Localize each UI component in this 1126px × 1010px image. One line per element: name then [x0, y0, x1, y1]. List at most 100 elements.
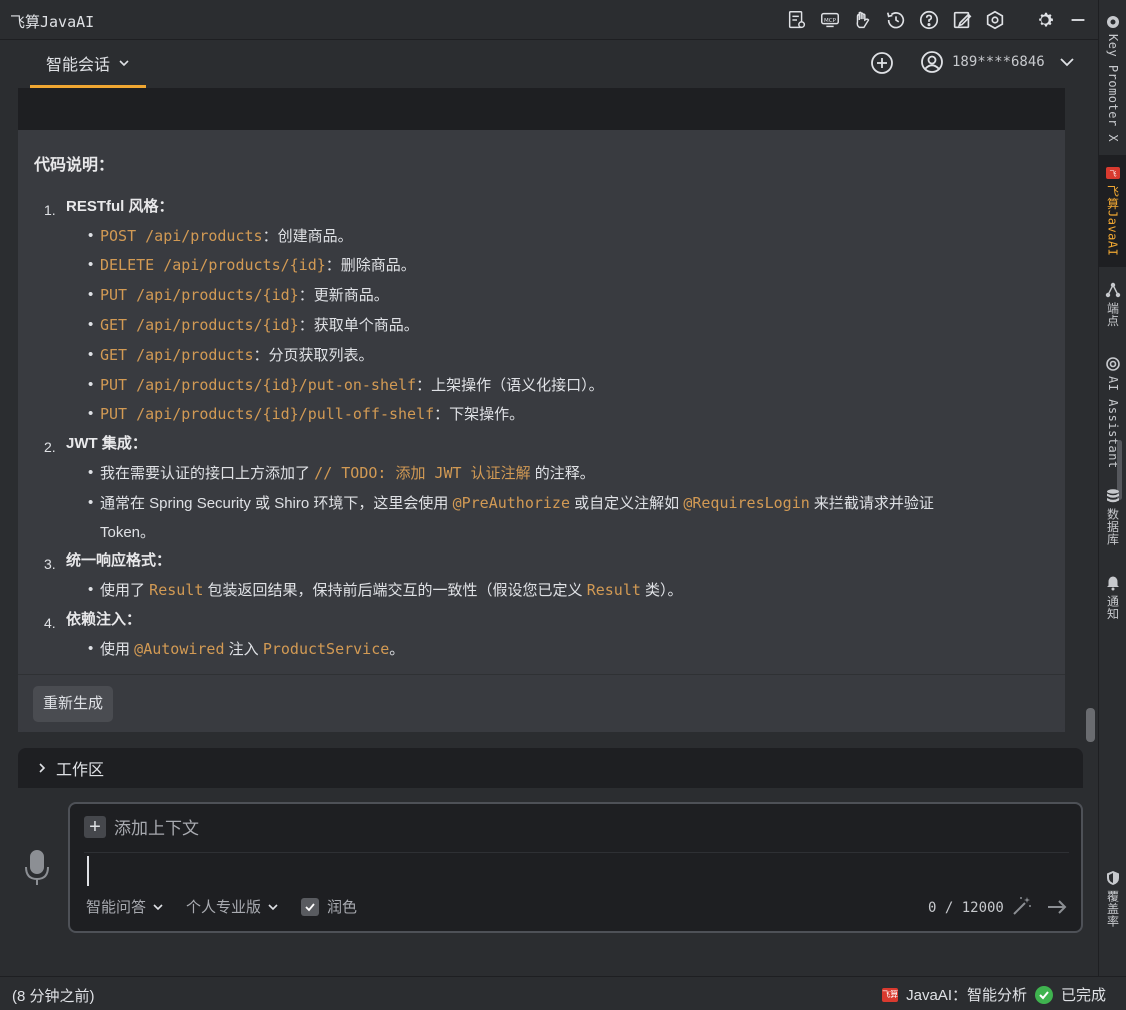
- answer-card: 代码说明： 1. RESTful 风格： POST /api/products：…: [18, 130, 1065, 732]
- tab-label: 智能会话: [45, 56, 110, 74]
- item-text: ：分页获取列表。: [253, 346, 374, 364]
- code-block: [18, 88, 1065, 130]
- chat-input-box[interactable]: + 添加上下文 智能问答 个人专业版 润色 0 / 12000: [68, 802, 1083, 933]
- task-status[interactable]: JavaAI：智能分析: [906, 984, 1027, 1005]
- item-number: 1.: [44, 201, 56, 218]
- scrollbar-thumb[interactable]: [1086, 708, 1095, 742]
- tool-coverage[interactable]: 覆盖率: [1099, 870, 1126, 928]
- code-snippet: PUT /api/products/{id}/put-on-shelf: [100, 375, 417, 394]
- item-text: ：下架操作。: [434, 406, 525, 424]
- item-text: ：创建商品。: [262, 227, 353, 245]
- right-tool-strip: Key Promoter X 飞 飞算JavaAI 端点 AI Assistan…: [1098, 0, 1126, 976]
- tool-label: 飞算JavaAI: [1105, 185, 1120, 257]
- edit-icon[interactable]: [950, 8, 974, 32]
- item-number: 2.: [44, 439, 56, 456]
- item-text: Token。: [100, 523, 156, 541]
- list-item: 使用 @Autowired 注入 ProductService。: [88, 635, 1049, 665]
- chat-header: 智能会话 189****6846: [0, 40, 1098, 88]
- code-snippet: @RequiresLogin: [683, 493, 810, 512]
- code-snippet: GET /api/products: [100, 345, 254, 364]
- item-number: 4.: [44, 614, 56, 631]
- check-circle-icon: [1034, 985, 1053, 1004]
- history-icon[interactable]: [884, 8, 908, 32]
- window-title: 飞算JavaAI: [10, 13, 95, 31]
- item-text: 类）。: [640, 582, 683, 600]
- item-text: ：更新商品。: [298, 287, 389, 305]
- list-item: 2. JWT 集成： 我在需要认证的接口上方添加了 // TODO: 添加 JW…: [34, 430, 1049, 547]
- explanation-list: 1. RESTful 风格： POST /api/products：创建商品。 …: [34, 193, 1049, 665]
- list-item: 1. RESTful 风格： POST /api/products：创建商品。 …: [34, 193, 1049, 430]
- tool-database[interactable]: 数据库: [1099, 488, 1126, 546]
- item-text: 我在需要认证的接口上方添加了: [100, 464, 315, 482]
- code-snippet: Result: [149, 581, 204, 600]
- list-item: 4. 依赖注入： 使用 @Autowired 注入 ProductService…: [34, 606, 1049, 665]
- help-icon[interactable]: [917, 8, 941, 32]
- item-text: 来拦截请求并验证: [809, 494, 934, 512]
- code-snippet: ProductService: [262, 639, 390, 658]
- bell-icon: [1107, 576, 1119, 591]
- section-title: RESTful 风格：: [66, 197, 174, 215]
- chat-content[interactable]: 代码说明： 1. RESTful 风格： POST /api/products：…: [0, 88, 1098, 788]
- item-text: 注入: [224, 640, 263, 658]
- tool-key-promoter[interactable]: Key Promoter X: [1099, 14, 1126, 142]
- item-text: 通常在 Spring Security 或 Shiro 环境下，这里会使用: [100, 494, 453, 512]
- ai-assistant-icon: [1106, 357, 1120, 371]
- database-icon: [1107, 489, 1119, 503]
- polish-label: 润色: [327, 899, 358, 916]
- status-timestamp: (8 分钟之前): [12, 988, 95, 1005]
- polish-checkbox[interactable]: 润色: [301, 896, 357, 917]
- tool-label: 端点: [1105, 302, 1120, 327]
- item-number: 3.: [44, 556, 56, 573]
- user-avatar-icon: [921, 51, 943, 73]
- mcp-icon[interactable]: MCP: [818, 8, 842, 32]
- tool-endpoints[interactable]: 端点: [1099, 282, 1126, 327]
- item-text: ：获取单个商品。: [298, 316, 419, 334]
- chevron-right-icon: [39, 763, 46, 773]
- answer-heading: 代码说明：: [34, 157, 115, 174]
- tool-javaai[interactable]: 飞 飞算JavaAI: [1099, 155, 1126, 267]
- send-arrow-icon[interactable]: [1046, 896, 1068, 918]
- tab-smart-chat[interactable]: 智能会话: [30, 40, 146, 88]
- code-snippet: POST /api/products: [100, 226, 263, 245]
- code-snippet: @PreAuthorize: [452, 493, 570, 512]
- item-text: 的注释。: [530, 464, 595, 482]
- tool-notifications[interactable]: 通知: [1099, 575, 1126, 620]
- add-context-button[interactable]: + 添加上下文: [84, 814, 199, 839]
- endpoints-icon: [1105, 282, 1121, 298]
- minimize-icon[interactable]: [1066, 8, 1090, 32]
- regenerate-button[interactable]: 重新生成: [33, 686, 114, 722]
- user-menu[interactable]: 189****6846: [920, 50, 1075, 74]
- code-snippet: PUT /api/products/{id}: [100, 286, 299, 305]
- magic-wand-icon[interactable]: [1010, 894, 1034, 918]
- tool-label: Key Promoter X: [1106, 34, 1120, 143]
- list-item: GET /api/products：分页获取列表。: [88, 341, 1049, 371]
- code-snippet: @Autowired: [134, 639, 225, 658]
- item-text: ：删除商品。: [325, 257, 416, 275]
- edition-dropdown[interactable]: 个人专业版: [186, 896, 279, 917]
- section-title: 统一响应格式：: [66, 552, 172, 570]
- mode-dropdown[interactable]: 智能问答: [86, 896, 164, 917]
- list-item: POST /api/products：创建商品。: [88, 222, 1049, 252]
- hex-settings-icon[interactable]: [983, 8, 1007, 32]
- chevron-down-icon: [1060, 58, 1074, 67]
- code-snippet: GET /api/products/{id}: [100, 315, 299, 334]
- divider: [84, 852, 1069, 853]
- title-bar: 飞算JavaAI MCP: [0, 0, 1098, 40]
- chevron-down-icon: [119, 59, 129, 66]
- microphone-icon[interactable]: [22, 848, 52, 888]
- section-title: JWT 集成：: [66, 435, 147, 453]
- code-snippet: Result: [586, 581, 641, 600]
- gesture-icon[interactable]: [851, 8, 875, 32]
- status-bar: (8 分钟之前) 飞算 JavaAI：智能分析 已完成: [0, 976, 1126, 1010]
- tool-label: 覆盖率: [1105, 890, 1120, 928]
- workspace-toggle[interactable]: 工作区: [18, 748, 1083, 788]
- gear-icon[interactable]: [1033, 8, 1057, 32]
- doc-settings-icon[interactable]: [785, 8, 809, 32]
- regenerate-bar: 重新生成: [18, 674, 1065, 732]
- new-chat-plus-icon[interactable]: [870, 51, 894, 75]
- chevron-down-icon: [268, 903, 278, 910]
- item-text: 或自定义注解如: [569, 494, 684, 512]
- list-item: 3. 统一响应格式： 使用了 Result 包装返回结果，保持前后端交互的一致性…: [34, 547, 1049, 606]
- item-text: 使用了: [100, 582, 150, 600]
- shield-icon: [1107, 871, 1119, 885]
